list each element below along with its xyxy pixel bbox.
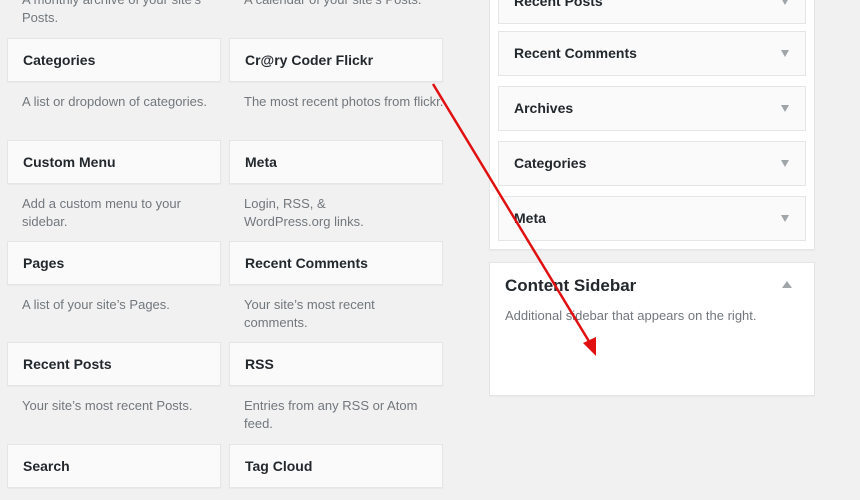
sidebar-widget-title: Archives — [514, 100, 574, 116]
widget-rss[interactable]: RSS — [229, 342, 443, 386]
widget-categories[interactable]: Categories — [7, 38, 221, 82]
widget-tag-cloud[interactable]: Tag Cloud — [229, 444, 443, 488]
content-sidebar-panel: Content Sidebar Additional sidebar that … — [489, 262, 815, 396]
widget-description: A list or dropdown of categories. — [22, 94, 207, 109]
sidebar-widget-title: Categories — [514, 155, 587, 171]
widget-description: Add a custom menu to your sidebar. — [22, 196, 181, 229]
widget-search[interactable]: Search — [7, 444, 221, 488]
widget-recent-posts[interactable]: Recent Posts — [7, 342, 221, 386]
widget-description: Entries from any RSS or Atom feed. — [244, 398, 418, 431]
widget-crazy-coder-flickr[interactable]: Cr@ry Coder Flickr — [229, 38, 443, 82]
content-sidebar-description: Additional sidebar that appears on the r… — [505, 308, 757, 323]
sidebar-widget-recent-comments[interactable]: Recent Comments — [498, 31, 806, 76]
sidebar-widget-title: Meta — [514, 210, 546, 226]
widget-recent-comments[interactable]: Recent Comments — [229, 241, 443, 285]
chevron-down-icon[interactable] — [781, 0, 789, 5]
chevron-down-icon[interactable] — [781, 160, 789, 167]
available-widgets: A monthly archive of your site’s Posts. … — [0, 0, 460, 500]
sidebar-widget-categories[interactable]: Categories — [498, 141, 806, 186]
calendar-description: A calendar of your site’s Posts. — [244, 0, 444, 9]
chevron-up-icon[interactable] — [782, 281, 792, 288]
widget-custom-menu[interactable]: Custom Menu — [7, 140, 221, 184]
widget-description: Your site’s most recent comments. — [244, 297, 375, 330]
sidebar-widget-recent-posts[interactable]: Recent Posts — [498, 0, 806, 24]
sidebar-widget-title: Recent Comments — [514, 45, 637, 61]
sidebar-widget-archives[interactable]: Archives — [498, 86, 806, 131]
chevron-down-icon[interactable] — [781, 105, 789, 112]
chevron-down-icon[interactable] — [781, 215, 789, 222]
widget-description: Your site’s most recent Posts. — [22, 398, 193, 413]
widget-meta[interactable]: Meta — [229, 140, 443, 184]
sidebar-widget-meta[interactable]: Meta — [498, 196, 806, 241]
chevron-down-icon[interactable] — [781, 50, 789, 57]
archives-description: A monthly archive of your site’s Posts. — [22, 0, 201, 25]
widget-description: Login, RSS, & WordPress.org links. — [244, 196, 364, 229]
widget-description: A list of your site’s Pages. — [22, 297, 170, 312]
content-sidebar-title[interactable]: Content Sidebar — [505, 276, 636, 296]
widget-pages[interactable]: Pages — [7, 241, 221, 285]
widget-description: The most recent photos from flickr. — [244, 94, 444, 109]
sidebar-widget-title: Recent Posts — [514, 0, 603, 9]
